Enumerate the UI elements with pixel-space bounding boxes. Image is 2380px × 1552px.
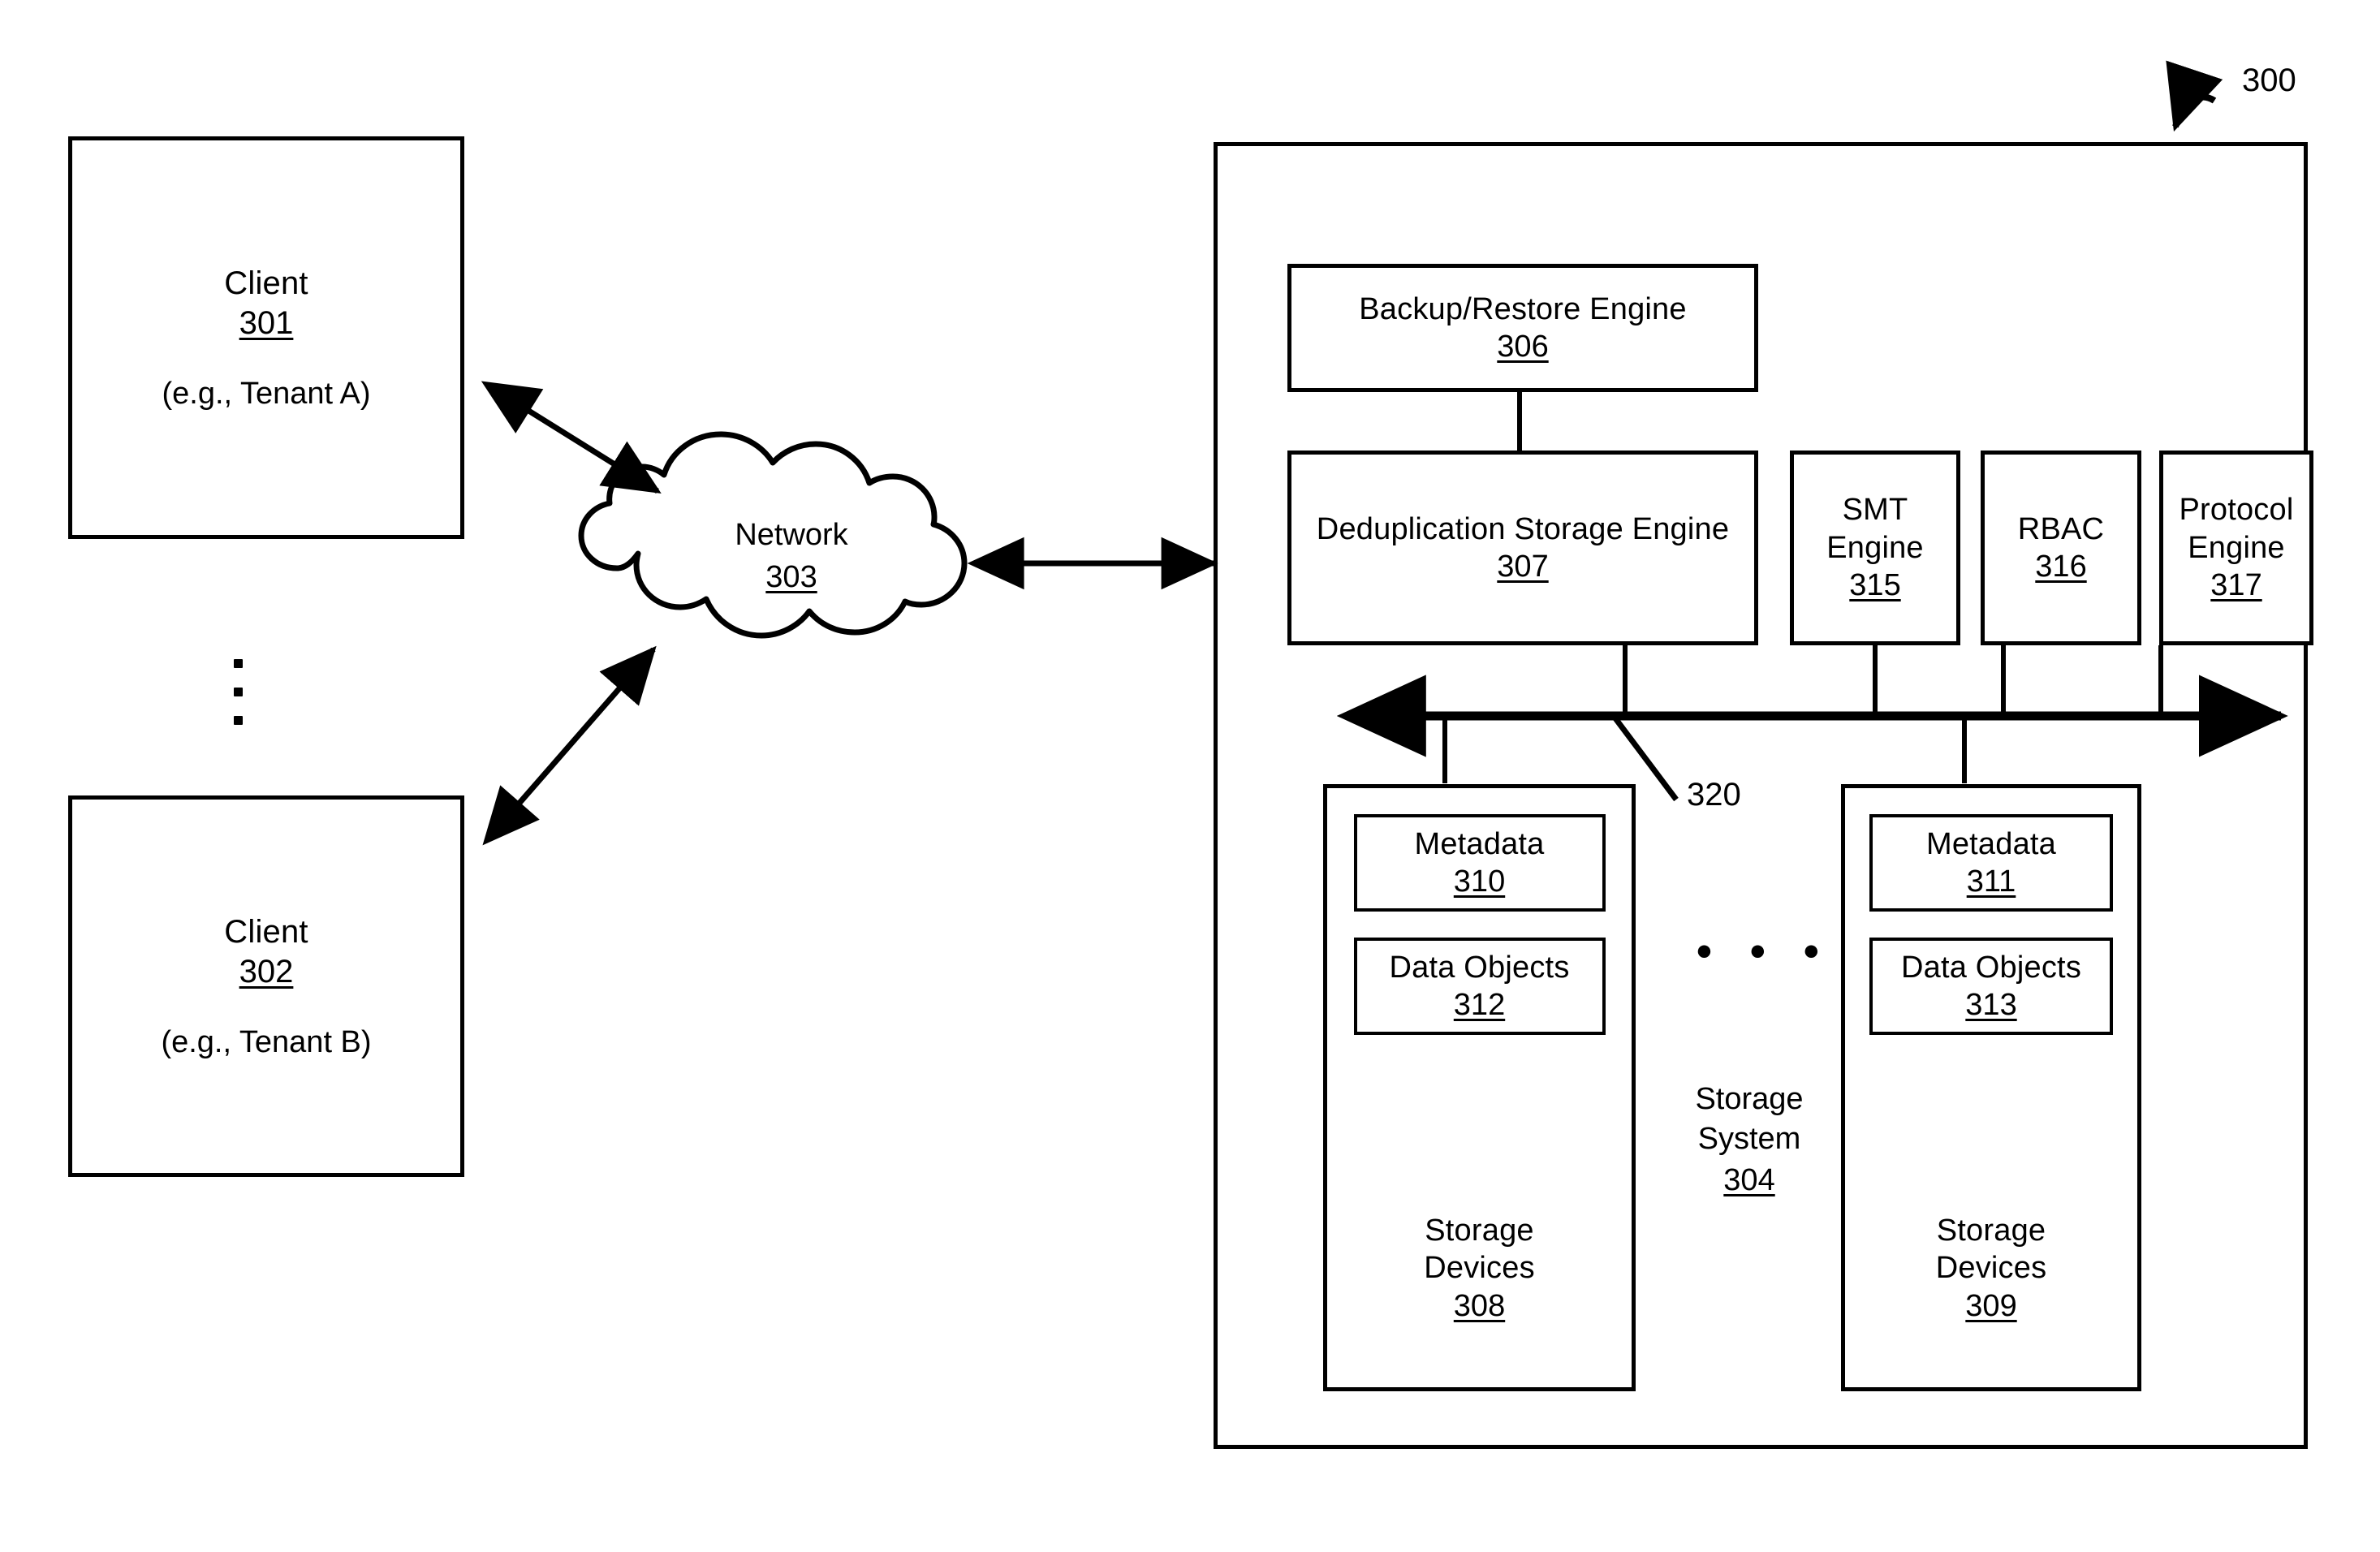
storage-system-name-line2: System [1697,1121,1801,1156]
storage-system-label-group: Storage System 304 [1656,1080,1843,1201]
rbac-box[interactable]: RBAC 316 [1981,451,2141,645]
storage-devices-box-309[interactable]: Metadata 311 Data Objects 313 Storage De… [1841,784,2141,1391]
client-box-301[interactable]: Client 301 (e.g., Tenant A) [68,136,464,539]
metadata-311-ref: 311 [1966,864,2016,899]
patent-figure-canvas: Client 301 (e.g., Tenant A) Client 302 (… [0,0,2380,1552]
storage-devices-308-label: Storage Devices 308 [1424,1212,1535,1325]
data-objects-313-ref: 313 [1965,988,2017,1022]
figure-reference-300: 300 [2242,63,2296,98]
metadata-311-name: Metadata [1925,826,2057,861]
data-objects-313-name: Data Objects [1900,950,2082,985]
network-ref: 303 [765,559,817,594]
backup-restore-engine-name: Backup/Restore Engine [1359,291,1687,326]
client-302-ref: 302 [239,953,294,989]
deduplication-storage-engine-name: Deduplication Storage Engine [1316,511,1730,546]
storage-system-ref: 304 [1723,1163,1775,1198]
client-box-302[interactable]: Client 302 (e.g., Tenant B) [68,795,464,1177]
protocol-engine-name-line2: Engine [2188,530,2285,565]
storage-devices-308-name-line2: Devices [1424,1251,1535,1286]
arrow-client302-network [482,645,657,846]
protocol-engine-ref: 317 [2210,568,2262,603]
data-objects-box-313[interactable]: Data Objects 313 [1869,938,2113,1035]
client-301-name: Client [224,265,308,301]
smt-engine-name-line1: SMT [1842,493,1908,528]
data-objects-312-ref: 312 [1453,988,1506,1022]
rbac-name: RBAC [2017,511,2105,546]
leader-arrow-300 [2166,60,2223,132]
smt-engine-name-line2: Engine [1826,530,1924,565]
rbac-ref: 316 [2035,550,2087,584]
backup-restore-engine-box[interactable]: Backup/Restore Engine 306 [1287,264,1758,392]
storage-devices-308-ref: 308 [1453,1288,1506,1323]
clients-vertical-ellipsis [234,649,243,735]
deduplication-storage-engine-box[interactable]: Deduplication Storage Engine 307 [1287,451,1758,645]
data-objects-box-312[interactable]: Data Objects 312 [1353,938,1606,1035]
bus-reference-320: 320 [1687,777,1741,813]
storage-devices-309-name-line2: Devices [1935,1251,2047,1286]
storage-system-ellipsis: • • • [1697,927,1832,976]
metadata-310-name: Metadata [1414,826,1545,861]
smt-engine-box[interactable]: SMT Engine 315 [1790,451,1960,645]
client-302-name: Client [224,913,308,950]
protocol-engine-name-line1: Protocol [2179,493,2294,528]
client-302-tenant: (e.g., Tenant B) [161,1025,372,1060]
storage-devices-box-308[interactable]: Metadata 310 Data Objects 312 Storage De… [1323,784,1636,1391]
smt-engine-ref: 315 [1849,568,1901,603]
metadata-box-310[interactable]: Metadata 310 [1353,814,1606,912]
network-name: Network [735,518,848,552]
metadata-box-311[interactable]: Metadata 311 [1869,814,2113,912]
client-301-tenant: (e.g., Tenant A) [162,377,371,412]
storage-devices-308-name-line1: Storage [1425,1214,1534,1248]
backup-restore-engine-ref: 306 [1497,330,1549,364]
storage-system-name-line1: Storage [1695,1082,1804,1116]
deduplication-storage-engine-ref: 307 [1497,550,1549,584]
protocol-engine-box[interactable]: Protocol Engine 317 [2159,451,2313,645]
client-301-ref: 301 [239,304,294,341]
arrow-client301-network [481,381,662,494]
storage-devices-309-name-line1: Storage [1936,1214,2046,1248]
storage-devices-309-label: Storage Devices 309 [1936,1212,2047,1325]
storage-devices-309-ref: 309 [1965,1288,2017,1323]
metadata-310-ref: 310 [1453,864,1506,899]
data-objects-312-name: Data Objects [1389,950,1570,985]
network-label-group: Network 303 [698,515,885,597]
